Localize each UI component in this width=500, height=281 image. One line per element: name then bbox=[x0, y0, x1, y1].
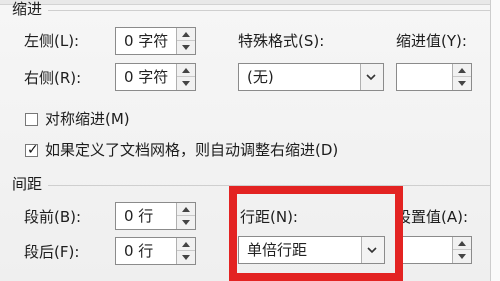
indent-value-label: 缩进值(Y): bbox=[396, 32, 467, 50]
right-indent-value[interactable]: 0 字符 bbox=[124, 68, 168, 86]
auto-adjust-checkbox[interactable]: ✓ bbox=[25, 142, 39, 158]
left-indent-value[interactable]: 0 字符 bbox=[124, 32, 168, 50]
indent-value-spinner[interactable] bbox=[396, 63, 472, 91]
spin-up-icon[interactable] bbox=[177, 238, 195, 251]
top-strip bbox=[0, 0, 490, 5]
space-after-spinner[interactable]: 0 行 bbox=[115, 237, 196, 265]
special-format-select[interactable]: (无) bbox=[238, 63, 384, 91]
space-after-spin-buttons[interactable] bbox=[176, 238, 195, 264]
space-before-label: 段前(B): bbox=[24, 208, 82, 226]
spin-down-icon[interactable] bbox=[177, 41, 195, 54]
spin-up-icon[interactable] bbox=[177, 203, 195, 216]
spin-down-icon[interactable] bbox=[453, 77, 471, 90]
right-indent-label: 右侧(R): bbox=[24, 69, 82, 87]
left-indent-spin-buttons[interactable] bbox=[176, 28, 195, 54]
spin-up-icon[interactable] bbox=[177, 64, 195, 77]
checkmark-icon: ✓ bbox=[27, 142, 39, 158]
chevron-down-icon bbox=[366, 74, 376, 81]
indentation-divider bbox=[48, 10, 490, 11]
space-after-value[interactable]: 0 行 bbox=[124, 242, 153, 260]
special-format-dropdown[interactable] bbox=[360, 64, 383, 90]
setting-value-spin-buttons[interactable] bbox=[452, 237, 471, 263]
setting-value-label: 设置值(A): bbox=[396, 208, 469, 226]
space-before-spinner[interactable]: 0 行 bbox=[115, 202, 196, 230]
space-before-spin-buttons[interactable] bbox=[176, 203, 195, 229]
left-indent-label: 左侧(L): bbox=[24, 32, 80, 50]
spin-up-icon[interactable] bbox=[453, 64, 471, 77]
paragraph-dialog: 缩进 左侧(L): 0 字符 特殊格式(S): 缩进值(Y): 右侧(R): 0… bbox=[0, 0, 500, 281]
spin-down-icon[interactable] bbox=[177, 216, 195, 229]
symmetric-indent-label: 对称缩进(M) bbox=[45, 110, 130, 128]
indentation-section-title: 缩进 bbox=[12, 0, 43, 18]
spin-up-icon[interactable] bbox=[177, 28, 195, 41]
space-before-value[interactable]: 0 行 bbox=[124, 207, 153, 225]
spin-down-icon[interactable] bbox=[177, 251, 195, 264]
spacing-section-title: 间距 bbox=[12, 175, 43, 193]
auto-adjust-label: 如果定义了文档网格，则自动调整右缩进(D) bbox=[45, 141, 339, 159]
special-format-label: 特殊格式(S): bbox=[238, 32, 325, 50]
space-after-label: 段后(F): bbox=[24, 243, 80, 261]
line-spacing-highlight-frame bbox=[229, 186, 403, 281]
right-indent-spin-buttons[interactable] bbox=[176, 64, 195, 90]
indent-value-spin-buttons[interactable] bbox=[452, 64, 471, 90]
spin-down-icon[interactable] bbox=[453, 250, 471, 263]
spin-down-icon[interactable] bbox=[177, 77, 195, 90]
special-format-value[interactable]: (无) bbox=[247, 68, 274, 86]
setting-value-spinner[interactable] bbox=[396, 236, 472, 264]
symmetric-indent-checkbox[interactable] bbox=[25, 113, 38, 126]
left-indent-spinner[interactable]: 0 字符 bbox=[115, 27, 196, 55]
spin-up-icon[interactable] bbox=[453, 237, 471, 250]
right-indent-spinner[interactable]: 0 字符 bbox=[115, 63, 196, 91]
right-edge bbox=[490, 0, 500, 281]
